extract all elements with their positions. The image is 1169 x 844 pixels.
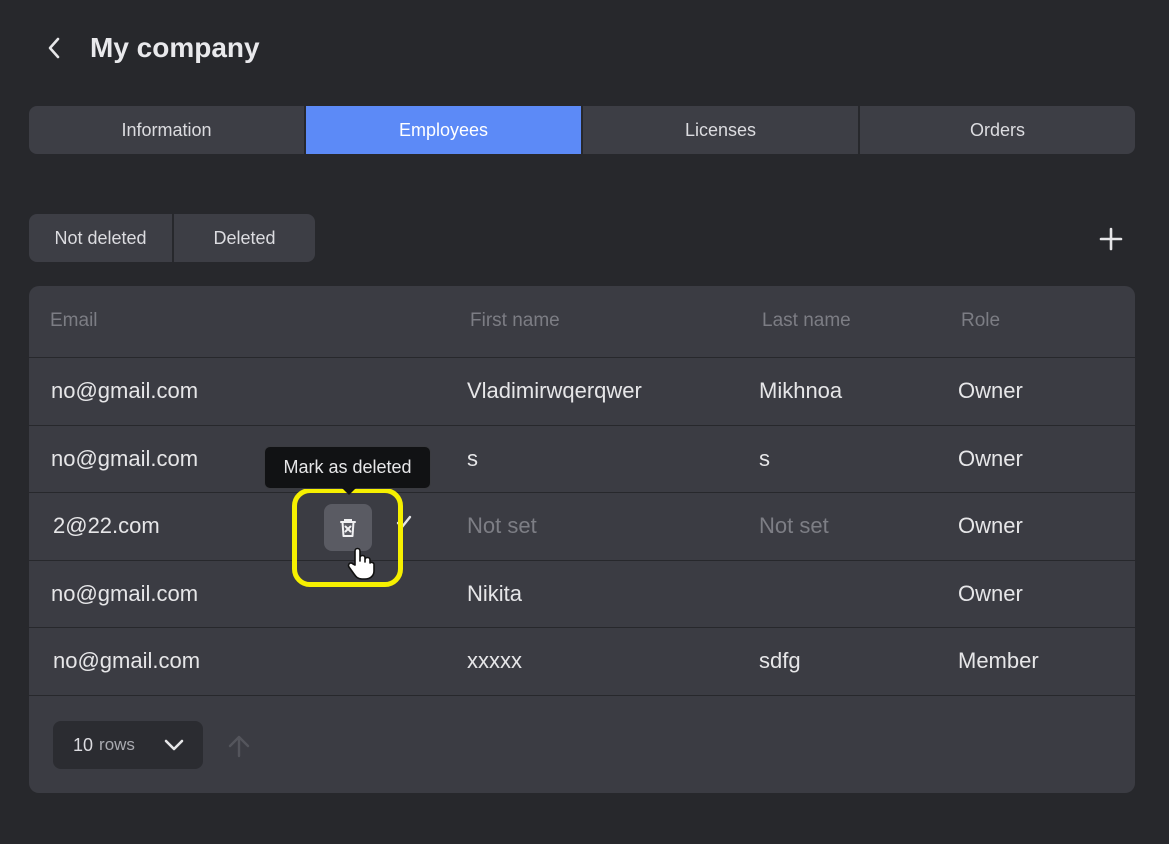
employees-table: Email First name Last name Role no@gmail… — [29, 286, 1135, 793]
back-button[interactable] — [40, 30, 68, 66]
tab-orders[interactable]: Orders — [860, 106, 1135, 154]
mark-as-deleted-button[interactable] — [324, 504, 372, 551]
deleted-filter: Not deleted Deleted — [29, 214, 315, 262]
tab-licenses[interactable]: Licenses — [583, 106, 860, 154]
cell-email: no@gmail.com — [51, 580, 199, 606]
cell-first-name: s — [467, 445, 478, 471]
table-row[interactable]: no@gmail.com Nikita Owner — [29, 561, 1135, 628]
cell-first-name: Nikita — [467, 580, 523, 606]
page-header: My company — [40, 28, 260, 68]
cell-first-name: Not set — [467, 513, 537, 539]
cell-email: no@gmail.com — [51, 378, 199, 404]
cell-role: Owner — [958, 580, 1023, 606]
chevron-left-icon — [48, 37, 60, 59]
rows-per-page-select[interactable]: 10 rows — [53, 721, 203, 769]
cell-last-name: sdfg — [759, 648, 801, 674]
table-row[interactable]: no@gmail.com Vladimirwqerqwer Mikhnoa Ow… — [29, 358, 1135, 426]
column-header-last-name[interactable]: Last name — [762, 310, 851, 332]
cell-last-name: s — [759, 445, 770, 471]
scroll-to-top-button[interactable] — [225, 732, 253, 765]
cell-last-name: Mikhnoa — [759, 378, 843, 404]
cell-email: no@gmail.com — [53, 648, 201, 674]
column-header-first-name[interactable]: First name — [470, 310, 560, 332]
tooltip: Mark as deleted — [264, 446, 431, 495]
cell-role: Member — [958, 648, 1039, 674]
cell-email: no@gmail.com — [51, 445, 199, 471]
rows-per-page-label: rows — [99, 735, 135, 754]
hand-cursor-icon — [346, 545, 376, 586]
column-header-email[interactable]: Email — [50, 310, 98, 332]
plus-icon — [1099, 227, 1123, 251]
tab-bar: Information Employees Licenses Orders — [29, 106, 1135, 154]
cell-last-name: Not set — [759, 513, 829, 539]
cell-role: Owner — [958, 445, 1023, 471]
column-header-role[interactable]: Role — [961, 310, 1000, 332]
table-row[interactable]: no@gmail.com s s Owner — [29, 426, 1135, 493]
table-header: Email First name Last name Role — [29, 286, 1135, 358]
cell-role: Owner — [958, 378, 1023, 404]
cell-email: 2@22.com — [53, 513, 160, 539]
trash-icon — [340, 518, 356, 537]
rows-per-page-value: 10 — [73, 734, 94, 755]
table-footer: 10 rows — [29, 720, 1135, 793]
table-row[interactable]: no@gmail.com xxxxx sdfg Member — [29, 628, 1135, 696]
tab-employees[interactable]: Employees — [306, 106, 583, 154]
add-employee-button[interactable] — [1095, 223, 1127, 255]
table-row[interactable]: 2@22.com Not set Not set Owner — [29, 493, 1135, 561]
filter-deleted-button[interactable]: Deleted — [172, 214, 315, 262]
arrow-up-icon — [228, 735, 250, 758]
filter-not-deleted-button[interactable]: Not deleted — [29, 214, 172, 262]
tab-information[interactable]: Information — [29, 106, 306, 154]
page-title: My company — [90, 32, 260, 63]
cell-first-name: Vladimirwqerqwer — [467, 378, 642, 404]
cell-role: Owner — [958, 513, 1023, 539]
cell-first-name: xxxxx — [467, 648, 522, 674]
chevron-down-icon — [164, 739, 184, 751]
